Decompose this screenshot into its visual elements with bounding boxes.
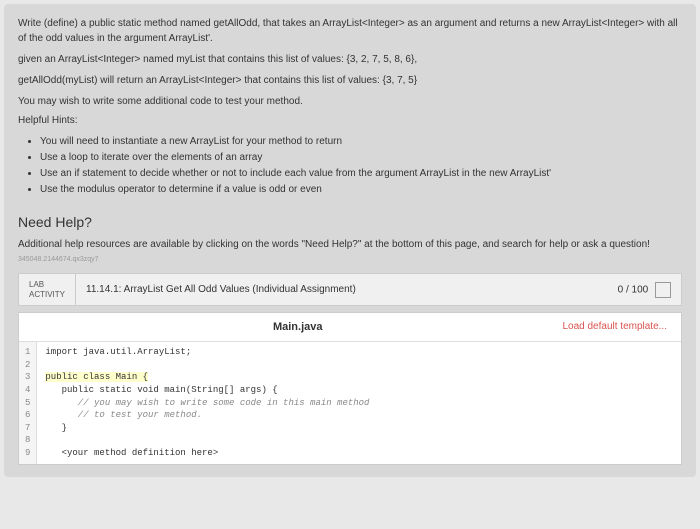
instruction-p4: You may wish to write some additional co… [18, 94, 682, 109]
instruction-p2: given an ArrayList<Integer> named myList… [18, 52, 682, 67]
hint-item: Use an if statement to decide whether or… [40, 166, 682, 182]
hint-item: You will need to instantiate a new Array… [40, 134, 682, 150]
code-content[interactable]: import java.util.ArrayList; public class… [37, 342, 377, 463]
need-help-text: Additional help resources are available … [18, 238, 682, 252]
instruction-p3: getAllOdd(myList) will return an ArrayLi… [18, 73, 682, 88]
hints-title: Helpful Hints: [18, 115, 682, 126]
code-area[interactable]: 123456789 import java.util.ArrayList; pu… [19, 342, 681, 463]
hint-item: Use a loop to iterate over the elements … [40, 150, 682, 166]
activity-label-line2: ACTIVITY [29, 290, 65, 300]
filename-label: Main.java [33, 321, 562, 333]
line-numbers: 123456789 [19, 342, 37, 463]
need-help-title: Need Help? [18, 214, 682, 230]
activity-score: 0 / 100 [608, 276, 681, 304]
instruction-p1: Write (define) a public static method na… [18, 16, 682, 46]
hints-list: You will need to instantiate a new Array… [18, 134, 682, 198]
hint-item: Use the modulus operator to determine if… [40, 182, 682, 198]
score-box-icon [655, 282, 671, 298]
activity-label: LAB ACTIVITY [19, 274, 76, 305]
activity-label-line1: LAB [29, 280, 65, 290]
load-default-template-link[interactable]: Load default template... [562, 321, 667, 333]
code-editor: Main.java Load default template... 12345… [18, 312, 682, 464]
activity-bar: LAB ACTIVITY 11.14.1: ArrayList Get All … [18, 273, 682, 306]
activity-title: 11.14.1: ArrayList Get All Odd Values (I… [76, 278, 608, 301]
tiny-id: 345048.2144674.qx3zqy7 [18, 256, 682, 263]
